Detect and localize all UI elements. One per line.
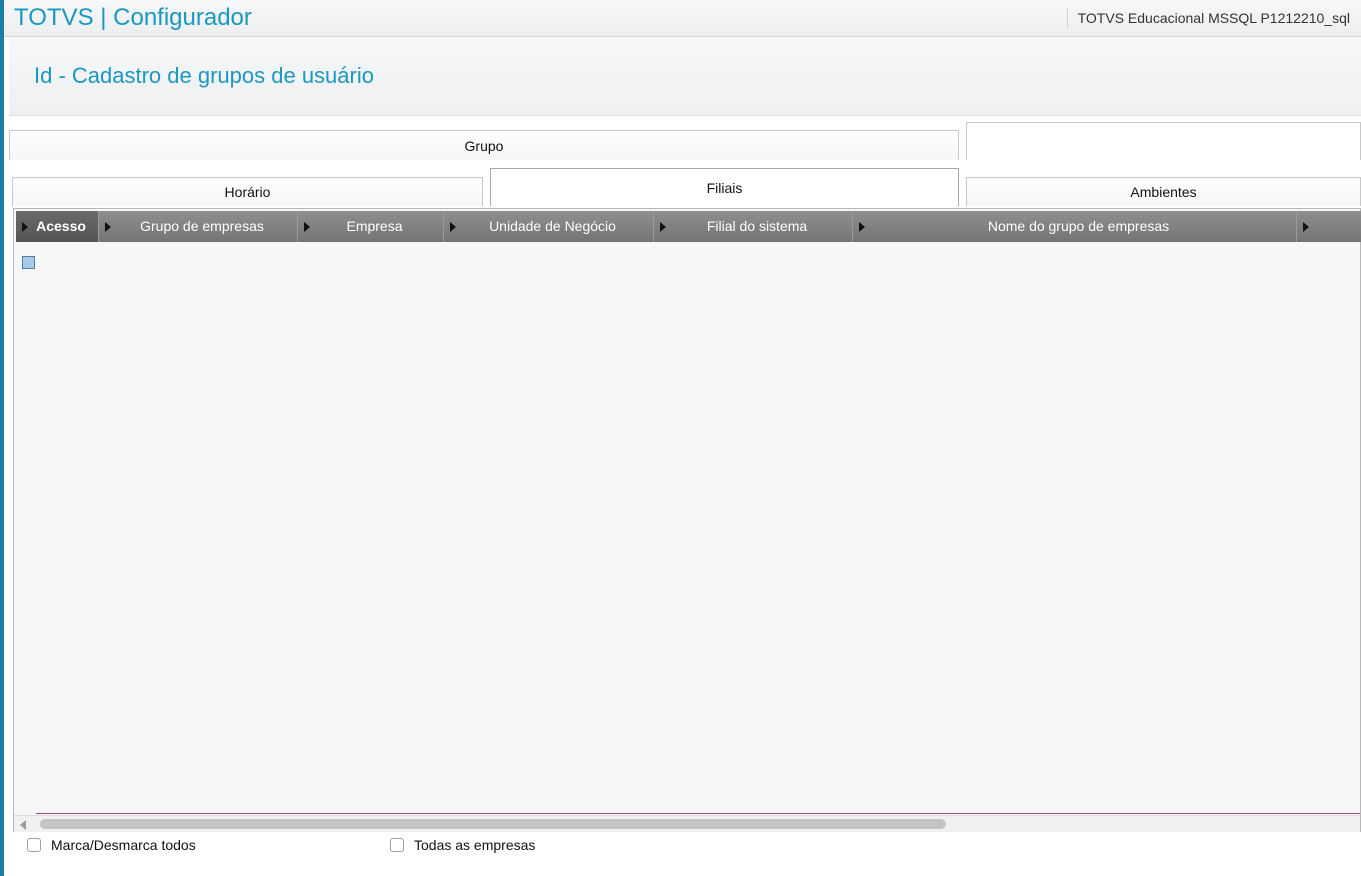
page-title: Id - Cadastro de grupos de usuário [34, 63, 374, 88]
checkbox-box[interactable] [390, 838, 404, 852]
tab-label: Horário [224, 184, 271, 200]
column-arrow-icon [1303, 222, 1309, 232]
column-header-filial-do-sistema[interactable]: Filial do sistema [654, 211, 853, 242]
row-acesso-checkbox[interactable] [22, 256, 35, 269]
horizontal-scrollbar[interactable] [14, 815, 1360, 832]
column-arrow-icon [22, 222, 28, 232]
grid-bottom-line [36, 813, 1360, 814]
app-title: TOTVS | Configurador [14, 4, 252, 31]
checkbox-box[interactable] [27, 838, 41, 852]
header-divider [1067, 8, 1068, 28]
column-header-empresa[interactable]: Empresa [298, 211, 444, 242]
marca-desmarca-todos-checkbox[interactable]: Marca/Desmarca todos [27, 837, 227, 853]
left-accent-strip [0, 0, 4, 876]
tab-horario[interactable]: Horário [12, 177, 483, 206]
column-header-unidade-de-negocio[interactable]: Unidade de Negócio [444, 211, 654, 242]
checkbox-label: Todas as empresas [414, 837, 536, 853]
tab-label: Ambientes [1130, 184, 1197, 200]
tab-ambientes[interactable]: Ambientes [966, 177, 1361, 206]
todas-as-empresas-checkbox[interactable]: Todas as empresas [390, 837, 590, 853]
checkbox-label: Marca/Desmarca todos [51, 837, 196, 853]
page-header: Id - Cadastro de grupos de usuário [9, 37, 1361, 116]
grid-header: Acesso Grupo de empresas Empresa Unidade… [16, 211, 1361, 242]
column-label: Grupo de empresas [140, 218, 264, 234]
column-label: Filial do sistema [706, 218, 808, 234]
tab-grupo[interactable]: Grupo [9, 130, 959, 160]
tab-label: Filiais [706, 180, 743, 196]
tab-blank[interactable] [966, 122, 1361, 160]
column-arrow-icon [859, 222, 865, 232]
column-label: Empresa [346, 218, 403, 234]
scroll-left-icon[interactable] [20, 820, 26, 830]
filiais-grid: Acesso Grupo de empresas Empresa Unidade… [13, 208, 1361, 832]
app-header: TOTVS | Configurador TOTVS Educacional M… [4, 0, 1361, 37]
column-label: Acesso [36, 218, 86, 234]
environment-label: TOTVS Educacional MSSQL P1212210_sql [1077, 10, 1350, 26]
column-header-more[interactable] [1297, 211, 1361, 242]
tab-filiais[interactable]: Filiais [490, 168, 959, 206]
column-arrow-icon [304, 222, 310, 232]
column-label: Unidade de Negócio [489, 218, 616, 234]
tab-label: Grupo [464, 138, 504, 154]
column-arrow-icon [450, 222, 456, 232]
column-header-acesso[interactable]: Acesso [16, 211, 99, 242]
column-header-nome-do-grupo-de-empresas[interactable]: Nome do grupo de empresas [853, 211, 1297, 242]
scrollbar-thumb[interactable] [40, 819, 946, 829]
column-arrow-icon [105, 222, 111, 232]
column-arrow-icon [660, 222, 666, 232]
column-label: Nome do grupo de empresas [987, 218, 1170, 234]
column-header-grupo-de-empresas[interactable]: Grupo de empresas [99, 211, 298, 242]
